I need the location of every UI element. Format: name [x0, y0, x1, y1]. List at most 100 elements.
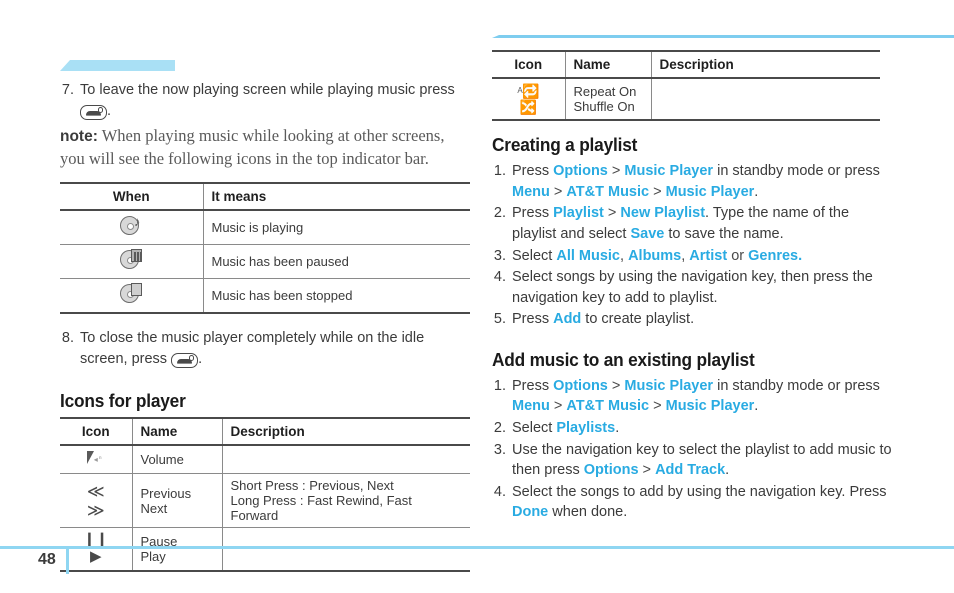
player-names: Pause Play [131, 527, 222, 572]
separator: > [549, 398, 567, 415]
note-label: note: [60, 128, 98, 146]
indicator-table: When It means ♪ Music is playing Music h… [60, 182, 470, 315]
text-pre: Press [512, 205, 554, 222]
creating-step-1: 1. Press Options > Music Player in stand… [492, 161, 912, 202]
text-post: when done. [548, 504, 628, 521]
footer-rule [0, 546, 954, 549]
term-options: Options [553, 377, 608, 394]
music-stopped-icon [120, 283, 143, 305]
repeat-header-description: Description [650, 50, 880, 79]
player-description [221, 527, 470, 572]
player-description-long-press: Long Press : Fast Rewind, Fast Forward [230, 493, 412, 524]
previous-next-icon-cell: ≪ ≫ [60, 473, 132, 529]
step-number: 4. [493, 483, 506, 500]
step-text: Select Playlists. [512, 418, 912, 439]
right-decorative-rule-wrap [492, 30, 954, 44]
indicator-meaning: Music is playing [202, 210, 470, 246]
text-line1: Select the songs to add by using the nav… [512, 483, 887, 500]
separator: or [727, 247, 749, 264]
separator: > [549, 183, 567, 200]
repeat-description [650, 78, 880, 122]
left-decorative-rule [60, 60, 175, 71]
player-names: Previous Next [131, 473, 222, 529]
text-line1: Use the navigation key to select the pla… [512, 441, 892, 458]
right-decorative-rule [492, 35, 954, 38]
table-row: ◂ ⁿ Volume [60, 445, 470, 475]
separator: > [607, 163, 625, 180]
step-text: Press Add to create playlist. [512, 309, 912, 330]
step-text: Use the navigation key to select the pla… [512, 440, 912, 481]
term-add: Add [553, 311, 582, 328]
left-decorative-rule-wrap [60, 58, 470, 76]
step-number: 4. [493, 269, 506, 286]
text-pre: playlist and select [512, 225, 631, 242]
table-header-row: Icon Name Description [492, 50, 880, 79]
step-text: Select songs by using the navigation key… [512, 267, 912, 308]
term-music-player: Music Player [624, 377, 714, 394]
text-post: . [725, 462, 730, 479]
end-call-key-icon [171, 352, 199, 368]
repeat-on-icon: A🔁 [517, 83, 540, 99]
add-music-step-3: 3. Use the navigation key to select the … [492, 440, 912, 481]
left-column: 7. To leave the now playing screen while… [60, 58, 470, 572]
player-header-name: Name [131, 417, 222, 447]
repeat-shuffle-table: Icon Name Description A🔁 🔀 Repeat On Shu… [492, 50, 880, 122]
step-8-line2-after: . [198, 350, 203, 367]
repeat-header-name: Name [564, 50, 651, 79]
step-text: Select the songs to add by using the nav… [512, 482, 912, 523]
separator: > [649, 183, 666, 200]
table-header-row: When It means [60, 182, 470, 212]
add-music-step-1: 1. Press Options > Music Player in stand… [492, 376, 912, 417]
term-playlists: Playlists [556, 419, 616, 436]
pause-play-icon-cell: ❙❙ ▶ [60, 527, 132, 572]
term-albums: Albums [628, 247, 682, 264]
text-post: . [754, 398, 759, 415]
step-text: Select All Music, Albums, Artist or Genr… [512, 246, 912, 267]
volume-icon: ◂ ⁿ [85, 450, 107, 466]
step-number: 2. [493, 205, 506, 222]
text-post: . [615, 419, 620, 436]
step-8-number: 8. [61, 330, 74, 347]
player-header-description: Description [221, 417, 470, 447]
table-row: ❙❙ ▶ Pause Play [60, 527, 470, 572]
repeat-names: Repeat On Shuffle On [564, 78, 651, 122]
term-new-playlist: New Playlist [620, 205, 706, 222]
player-name-play: Play [140, 548, 166, 564]
player-header-icon: Icon [60, 417, 132, 447]
creating-step-3: 3. Select All Music, Albums, Artist or G… [492, 246, 912, 267]
music-paused-icon [120, 249, 143, 271]
separator: > [607, 377, 625, 394]
separator: , [620, 247, 629, 264]
step-number: 1. [493, 163, 506, 180]
text-post: in standby mode or press [713, 377, 880, 394]
term-playlist: Playlist [553, 205, 604, 222]
step-number: 3. [493, 441, 506, 458]
step-number: 5. [493, 311, 506, 328]
step-7-text: To leave the now playing screen while pl… [80, 80, 470, 121]
text-line2: navigation key to add to playlist. [512, 289, 718, 306]
add-music-step-2: 2. Select Playlists. [492, 418, 912, 439]
table-header-row: Icon Name Description [60, 417, 470, 447]
heading-add-music: Add music to an existing playlist [492, 349, 755, 370]
step-8: 8. To close the music player completely … [60, 328, 470, 369]
text-post: . [754, 183, 759, 200]
text-post: in standby mode or press [713, 163, 880, 180]
creating-step-4: 4. Select songs by using the navigation … [492, 267, 912, 308]
shuffle-on-icon: 🔀 [519, 99, 537, 116]
term-music-player: Music Player [665, 398, 755, 415]
player-description-short-press: Short Press : Previous, Next [230, 478, 394, 494]
step-7: 7. To leave the now playing screen while… [60, 80, 470, 121]
term-save: Save [630, 225, 665, 242]
step-number: 1. [493, 377, 506, 394]
music-playing-cell: ♪ [60, 210, 203, 246]
next-icon: ≫ [86, 500, 105, 520]
creating-step-2: 2. Press Playlist > New Playlist. Type t… [492, 203, 912, 244]
repeat-on-label: Repeat On [573, 84, 637, 100]
add-music-step-4: 4. Select the songs to add by using the … [492, 482, 912, 523]
indicator-meaning: Music has been stopped [202, 278, 470, 315]
step-8-text: To close the music player completely whi… [80, 328, 470, 369]
player-name: Volume [131, 445, 222, 475]
indicator-header-when: When [60, 182, 203, 212]
repeat-header-icon: Icon [492, 50, 565, 79]
heading-creating-a-playlist: Creating a playlist [492, 135, 638, 156]
